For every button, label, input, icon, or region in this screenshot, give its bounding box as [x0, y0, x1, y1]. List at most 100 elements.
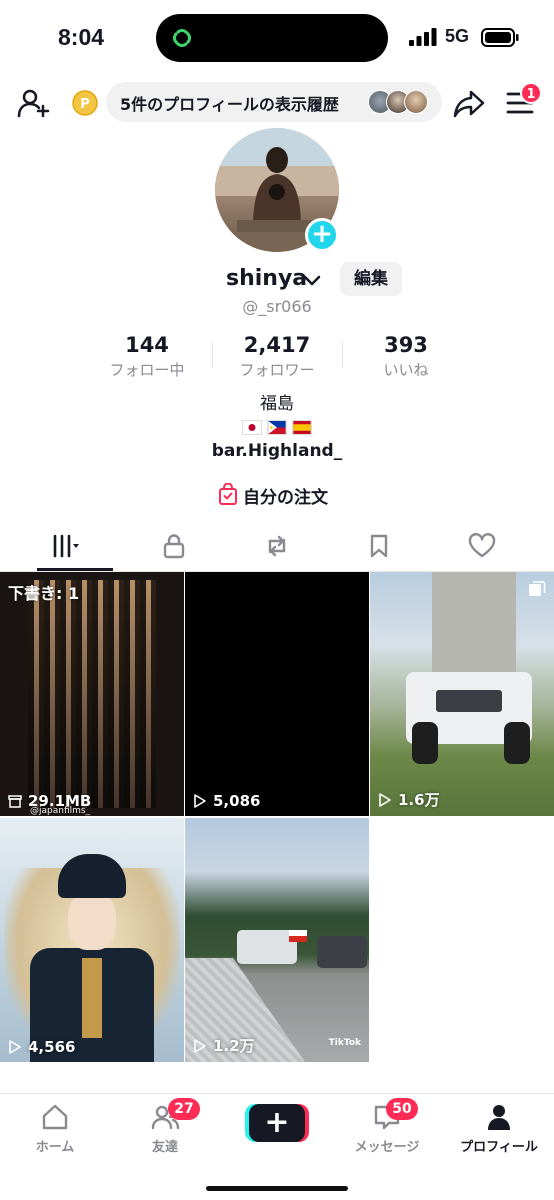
tab-favorites[interactable] — [324, 520, 434, 572]
nav-friends-label: 友達 — [151, 1140, 178, 1155]
dynamic-island — [156, 14, 388, 62]
tab-reposts[interactable] — [222, 520, 332, 572]
network-type: 5G — [445, 26, 470, 46]
view-count: 1.2万 — [193, 1035, 255, 1056]
thumbnail-shape — [68, 892, 116, 950]
heart-icon — [468, 533, 496, 558]
home-icon — [42, 1104, 68, 1130]
home-indicator[interactable] — [206, 1186, 348, 1191]
plus-icon: + — [264, 1105, 290, 1140]
view-count: 1.6万 — [378, 789, 440, 810]
notification-badge: 1 — [520, 82, 542, 104]
clock: 8:04 — [58, 24, 105, 50]
bio-location: 福島 — [260, 394, 294, 414]
profile-icon — [488, 1105, 510, 1130]
thumbnail-shape — [412, 722, 438, 764]
friends-badge: 27 — [168, 1098, 200, 1120]
divider — [212, 342, 213, 368]
view-count-value: 1.6万 — [398, 791, 440, 809]
view-count-value: 5,086 — [213, 792, 261, 810]
thumbnail-shape — [504, 722, 530, 764]
play-icon — [379, 793, 391, 807]
following-label: フォロー中 — [109, 361, 185, 379]
video-thumbnail — [28, 580, 156, 808]
following-stat[interactable]: 144 フォロー中 — [92, 333, 202, 380]
profile-handle: @_sr066 — [242, 297, 312, 316]
nav-messages[interactable]: メッセージ 50 — [332, 1098, 442, 1162]
video-watermark: @japanfilms_ — [30, 806, 91, 816]
video-tile-drafts[interactable]: 下書き: 1 29.1MB @japanfilms_ — [0, 572, 184, 816]
video-tile[interactable]: 1.6万 — [370, 572, 554, 816]
nav-home[interactable]: ホーム — [0, 1102, 110, 1162]
bio-flags — [242, 420, 314, 438]
my-orders-label: 自分の注文 — [243, 488, 328, 508]
edit-profile-button[interactable]: 編集 — [340, 262, 402, 296]
spain-flag-icon — [292, 420, 312, 435]
coin-icon[interactable]: P — [72, 90, 98, 116]
link-app-icon — [173, 29, 191, 47]
play-icon — [194, 794, 206, 808]
bottom-navigation: ホーム 友達 27 + メッセージ 50 プロフィール — [0, 1093, 554, 1200]
battery-icon — [481, 28, 519, 47]
video-tile[interactable]: TikTok 1.2万 — [185, 818, 369, 1062]
messages-badge: 50 — [386, 1098, 418, 1120]
thumbnail-shape — [82, 958, 102, 1038]
drafts-label: 下書き: 1 — [8, 584, 80, 603]
grid-icon — [53, 534, 79, 558]
add-friend-icon[interactable] — [16, 86, 50, 120]
japan-flag-icon — [242, 420, 262, 435]
followers-stat[interactable]: 2,417 フォロワー — [222, 333, 332, 380]
play-icon — [194, 1039, 206, 1053]
thumbnail-shape — [436, 690, 502, 712]
chevron-down-icon[interactable] — [303, 274, 321, 288]
thumbnail-shape — [237, 930, 297, 964]
followers-label: フォロワー — [239, 361, 315, 379]
nav-friends[interactable]: 友達 27 — [110, 1098, 220, 1162]
followers-count: 2,417 — [243, 333, 311, 357]
svg-text:P: P — [80, 97, 90, 112]
add-avatar-button[interactable]: + — [305, 218, 339, 252]
my-orders-button[interactable]: 自分の注文 — [218, 482, 348, 508]
philippines-flag-icon — [267, 420, 287, 435]
viewer-avatar — [404, 90, 428, 114]
profile-name-row: shinya 編集 — [0, 262, 554, 298]
view-count-value: 1.2万 — [213, 1037, 255, 1055]
active-tab-indicator — [37, 568, 113, 571]
create-button[interactable]: + — [249, 1104, 305, 1142]
tab-private[interactable] — [119, 520, 229, 572]
view-count: 4,566 — [8, 1038, 75, 1056]
nav-profile[interactable]: プロフィール — [444, 1102, 554, 1162]
profile-tabs — [0, 520, 554, 572]
profile-views-button[interactable]: 5件のプロフィールの表示履歴 — [106, 82, 442, 122]
thumbnail-shape — [289, 930, 307, 942]
tiktok-watermark: TikTok — [328, 1038, 361, 1048]
bookmark-icon — [370, 534, 388, 558]
view-count-value: 4,566 — [28, 1038, 76, 1056]
repost-icon — [268, 535, 286, 557]
video-tile[interactable]: 5,086 — [185, 572, 369, 816]
view-count: 5,086 — [193, 792, 260, 810]
nav-profile-label: プロフィール — [460, 1140, 538, 1155]
video-grid: 下書き: 1 29.1MB @japanfilms_ 5,086 1.6万 4,… — [0, 572, 554, 1062]
likes-count: 393 — [384, 333, 428, 357]
archive-icon — [8, 795, 22, 808]
bio-link[interactable]: bar.Highland_ — [0, 441, 554, 461]
profile-views-label: 5件のプロフィールの表示履歴 — [120, 95, 339, 114]
share-icon[interactable] — [452, 86, 486, 120]
play-icon — [9, 1040, 21, 1054]
thumbnail-shape — [317, 936, 367, 968]
following-count: 144 — [125, 333, 169, 357]
likes-label: いいね — [383, 361, 429, 379]
nav-home-label: ホーム — [35, 1140, 75, 1155]
nav-messages-label: メッセージ — [354, 1140, 420, 1155]
cellular-signal-icon — [409, 28, 437, 46]
profile-name[interactable]: shinya — [226, 266, 307, 291]
thumbnail-shape — [58, 854, 126, 898]
thumbnail-shape — [432, 572, 516, 682]
tab-videos[interactable] — [10, 520, 120, 572]
shopping-bag-icon — [219, 483, 237, 505]
tab-liked[interactable] — [427, 520, 537, 572]
likes-stat[interactable]: 393 いいね — [351, 333, 461, 380]
status-bar: 8:04 5G — [0, 0, 554, 70]
video-tile[interactable]: 4,566 — [0, 818, 184, 1062]
